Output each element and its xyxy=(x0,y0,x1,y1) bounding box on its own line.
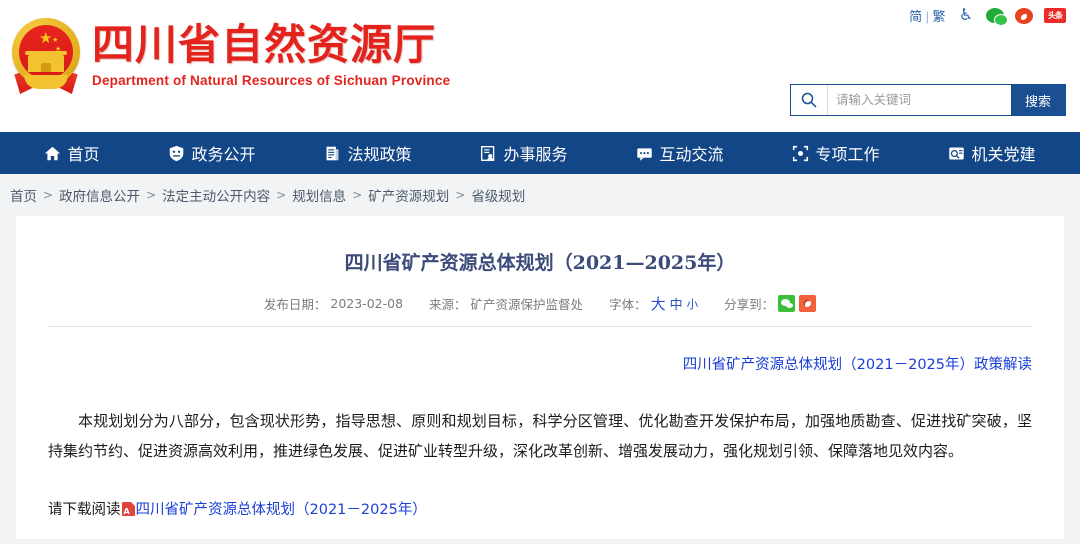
interpretation-row: 四川省矿产资源总体规划（2021－2025年）政策解读 xyxy=(48,353,1032,374)
breadcrumb-item-0[interactable]: 首页 xyxy=(10,185,37,205)
nav-item-services[interactable]: 办事服务 xyxy=(480,141,568,165)
site-brand[interactable]: ★ ★ ★ ★ ★ 四川省自然资源厅 Department of Natural… xyxy=(8,14,450,96)
nav-label: 首页 xyxy=(67,145,100,164)
nav-label: 政务公开 xyxy=(191,145,256,164)
share-label: 分享到： xyxy=(724,297,775,312)
article-card: 四川省矿产资源总体规划（2021—2025年） 发布日期： 2023-02-08… xyxy=(16,216,1064,539)
nav-label: 专项工作 xyxy=(815,145,880,164)
nav-item-party-building[interactable]: 机关党建 xyxy=(948,141,1036,165)
wechat-icon[interactable] xyxy=(986,7,1008,26)
breadcrumb-separator: > xyxy=(43,188,54,202)
wechat-share-icon[interactable] xyxy=(778,295,796,312)
font-size-label: 字体： xyxy=(609,297,647,312)
pdf-file-icon xyxy=(121,501,135,516)
weibo-share-icon[interactable] xyxy=(799,295,817,312)
breadcrumb: 首页 > 政府信息公开 > 法定主动公开内容 > 规划信息 > 矿产资源规划 >… xyxy=(10,185,525,205)
lang-traditional[interactable]: 繁 xyxy=(932,9,946,24)
breadcrumb-item-4[interactable]: 矿产资源规划 xyxy=(368,185,449,205)
nav-item-laws-policies[interactable]: 法规政策 xyxy=(324,141,412,165)
download-row: 请下载阅读 四川省矿产资源总体规划（2021－2025年） xyxy=(48,498,1032,519)
site-title-en: Department of Natural Resources of Sichu… xyxy=(92,73,451,89)
target-focus-icon xyxy=(792,145,809,162)
breadcrumb-item-3[interactable]: 规划信息 xyxy=(292,185,346,205)
nav-label: 办事服务 xyxy=(503,145,568,164)
article-body: 本规划划分为八部分，包含现状形势，指导思想、原则和规划目标，科学分区管理、优化勘… xyxy=(48,412,1032,460)
accessibility-icon[interactable]: ♿ xyxy=(957,7,975,25)
site-title-cn: 四川省自然资源厅 xyxy=(92,20,437,69)
language-switch[interactable]: 简 | 繁 xyxy=(909,6,946,25)
national-emblem-icon: ★ ★ ★ ★ ★ xyxy=(8,14,84,96)
page-title: 四川省矿产资源总体规划（2021—2025年） xyxy=(344,252,736,274)
breadcrumb-separator: > xyxy=(146,188,157,202)
source-label: 来源： xyxy=(429,297,467,312)
shield-icon xyxy=(168,145,185,162)
source-group: 来源： 矿产资源保护监督处 xyxy=(429,294,583,313)
nav-label: 互动交流 xyxy=(659,145,724,164)
publish-date-group: 发布日期： 2023-02-08 xyxy=(264,294,403,313)
article-meta: 发布日期： 2023-02-08 来源： 矿产资源保护监督处 字体： 大 中 小… xyxy=(48,293,1032,314)
search-button[interactable]: 搜索 xyxy=(1011,85,1065,115)
font-size-large-button[interactable]: 大 xyxy=(651,293,666,314)
share-group: 分享到： xyxy=(724,294,817,313)
policy-interpretation-link[interactable]: 四川省矿产资源总体规划（2021－2025年）政策解读 xyxy=(683,357,1032,373)
font-size-controls: 字体： 大 中 小 xyxy=(609,293,698,314)
nav-item-government-affairs[interactable]: 政务公开 xyxy=(168,141,256,165)
header-utilities: 简 | 繁 ♿ 头条 xyxy=(909,6,1066,26)
chat-bubble-icon xyxy=(636,145,653,162)
lang-divider: | xyxy=(925,9,930,24)
service-form-icon xyxy=(480,145,497,162)
meta-divider xyxy=(48,326,1032,327)
nav-item-special-work[interactable]: 专项工作 xyxy=(792,141,880,165)
breadcrumb-band: 首页 > 政府信息公开 > 法定主动公开内容 > 规划信息 > 矿产资源规划 >… xyxy=(0,174,1080,216)
font-size-medium-button[interactable]: 中 xyxy=(670,294,683,313)
search-input[interactable] xyxy=(828,85,1011,115)
search-box[interactable]: 搜索 xyxy=(790,84,1066,116)
download-link[interactable]: 四川省矿产资源总体规划（2021－2025年） xyxy=(136,498,427,519)
download-prefix: 请下载阅读 xyxy=(48,502,121,518)
breadcrumb-item-2[interactable]: 法定主动公开内容 xyxy=(162,185,270,205)
document-icon xyxy=(324,145,341,162)
lang-simplified[interactable]: 简 xyxy=(909,9,923,24)
weibo-icon[interactable] xyxy=(1015,7,1033,25)
nav-item-interaction[interactable]: 互动交流 xyxy=(636,141,724,165)
main-navigation: 首页 政务公开 法规政策 办事服务 互动交流 专项工作 机关党建 xyxy=(0,132,1080,174)
party-badge-icon xyxy=(948,145,965,162)
breadcrumb-separator: > xyxy=(276,188,287,202)
breadcrumb-item-5[interactable]: 省级规划 xyxy=(471,185,525,205)
breadcrumb-separator: > xyxy=(455,188,466,202)
font-size-small-button[interactable]: 小 xyxy=(687,296,699,312)
publish-date-value: 2023-02-08 xyxy=(330,296,404,311)
nav-label: 法规政策 xyxy=(347,145,412,164)
nav-item-home[interactable]: 首页 xyxy=(44,141,100,165)
search-icon xyxy=(791,85,828,115)
site-header: ★ ★ ★ ★ ★ 四川省自然资源厅 Department of Natural… xyxy=(0,0,1080,132)
breadcrumb-separator: > xyxy=(352,188,363,202)
nav-label: 机关党建 xyxy=(971,145,1036,164)
home-icon xyxy=(44,145,61,162)
breadcrumb-item-1[interactable]: 政府信息公开 xyxy=(59,185,140,205)
source-value: 矿产资源保护监督处 xyxy=(470,297,584,312)
toutiao-icon[interactable]: 头条 xyxy=(1044,8,1066,23)
publish-date-label: 发布日期： xyxy=(263,297,327,312)
